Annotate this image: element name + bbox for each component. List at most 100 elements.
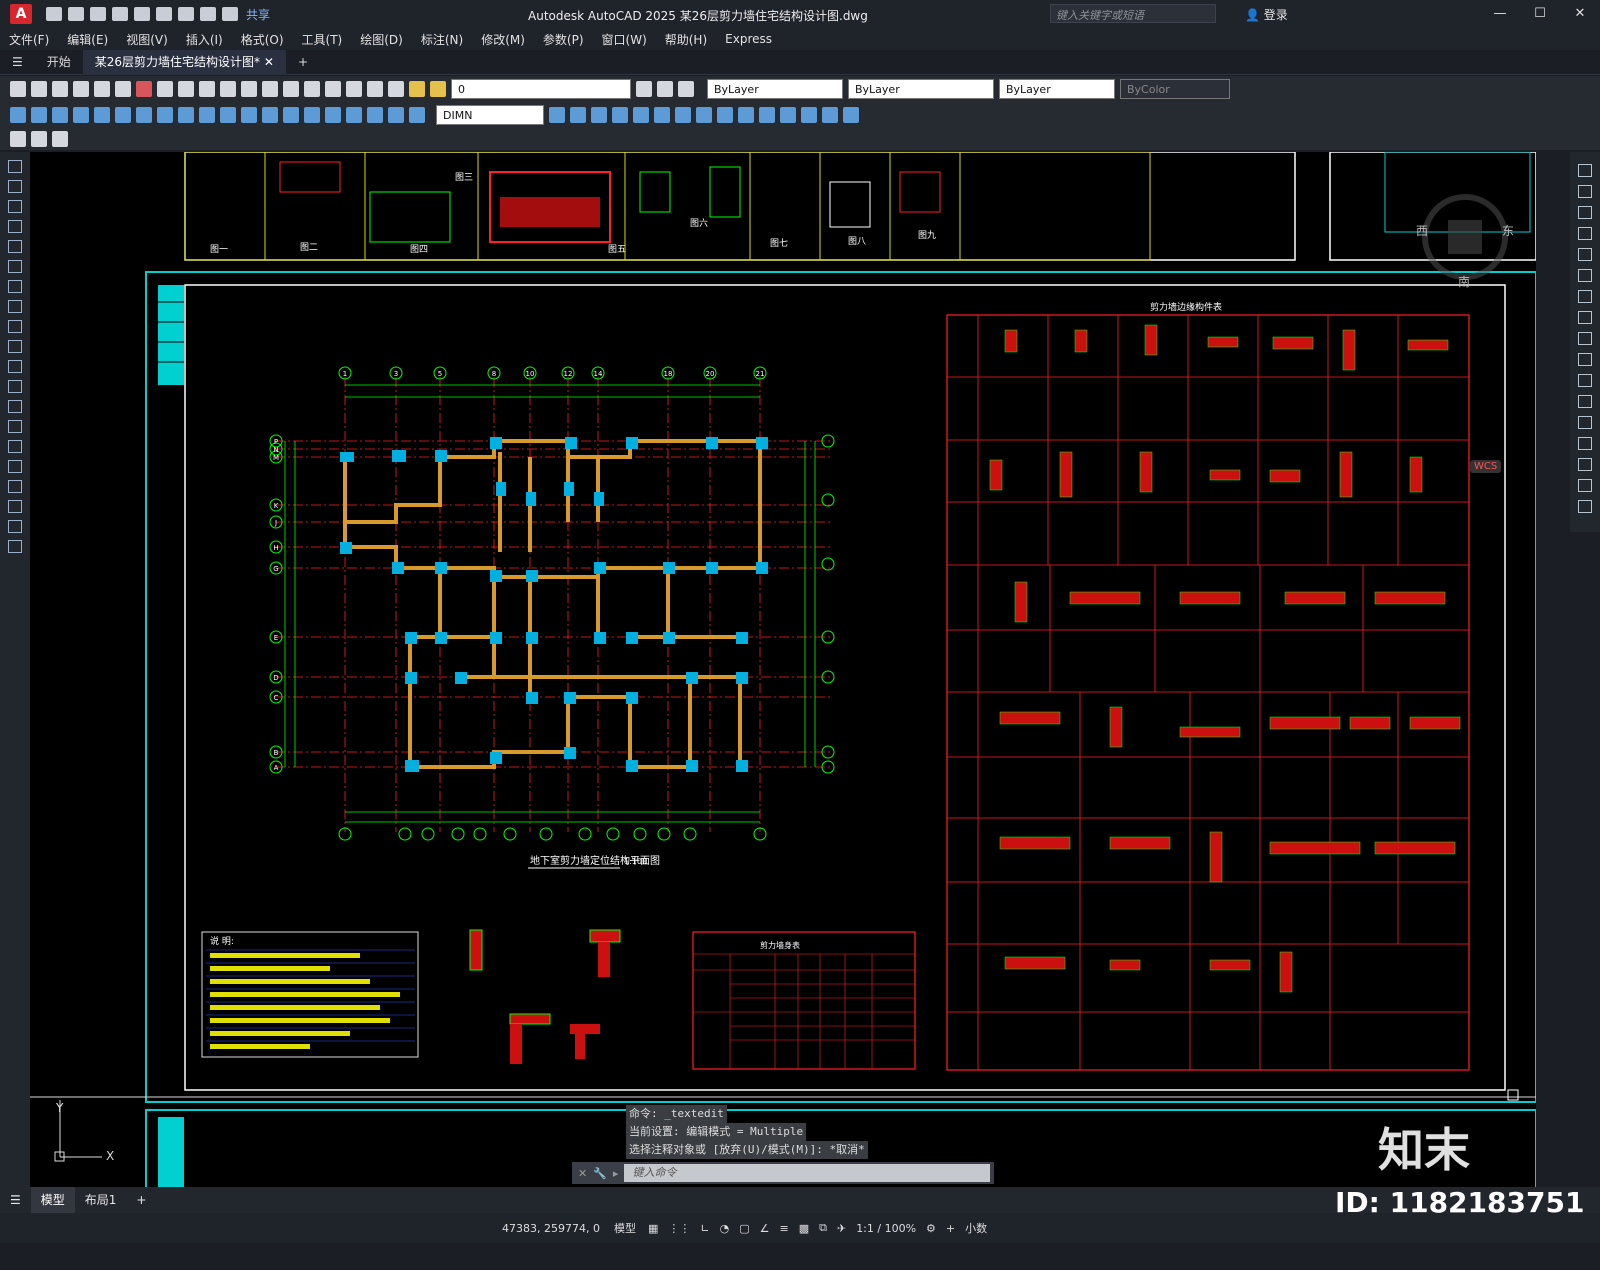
insert-icon[interactable] [8, 380, 22, 393]
login-button[interactable]: 👤 登录 [1245, 6, 1288, 23]
drawing-canvas[interactable]: 图一 图二 图三 图四 图五 图六 图七 图八 图九 1 3 5 8 10 12… [30, 152, 1536, 1187]
menu-help[interactable]: 帮助(H) [656, 31, 716, 48]
workspace-gear-icon[interactable]: ⚙ [926, 1222, 936, 1235]
scale-icon[interactable] [1578, 311, 1592, 324]
properties-icon[interactable] [304, 81, 320, 97]
open-file-icon[interactable] [68, 7, 84, 21]
break-icon[interactable] [1578, 416, 1592, 429]
radius-icon[interactable] [94, 107, 110, 123]
revcloud-icon[interactable] [8, 300, 22, 313]
cut-icon[interactable] [136, 81, 152, 97]
menu-insert[interactable]: 插入(I) [177, 31, 232, 48]
polar-icon[interactable]: ◔ [720, 1222, 730, 1235]
annotation-visibility-icon[interactable]: ✈ [837, 1222, 846, 1235]
open-icon[interactable] [31, 81, 47, 97]
dim-edit-icon[interactable] [367, 107, 383, 123]
layer-bulb-icon[interactable] [409, 81, 425, 97]
save-icon[interactable] [90, 7, 106, 21]
redo-icon[interactable] [241, 81, 257, 97]
layer-prev-icon[interactable] [657, 81, 673, 97]
break-icon[interactable] [262, 107, 278, 123]
new-icon[interactable] [10, 81, 26, 97]
offset-icon[interactable] [1578, 227, 1592, 240]
move-icon[interactable] [1578, 269, 1592, 282]
tab-model[interactable]: 模型 [30, 1187, 75, 1213]
stretch-icon[interactable] [1578, 332, 1592, 345]
extend-icon[interactable] [1578, 374, 1592, 387]
new-tab-button[interactable]: + [286, 50, 320, 75]
rotate-icon[interactable] [1578, 290, 1592, 303]
ellipse-arc-icon[interactable] [8, 360, 22, 373]
grid-icon[interactable]: ▦ [648, 1222, 658, 1235]
snap-icon[interactable]: ⋮⋮ [668, 1222, 690, 1235]
mtext-icon[interactable] [8, 520, 22, 533]
arc-length-icon[interactable] [52, 107, 68, 123]
view-sw-icon[interactable] [696, 107, 712, 123]
visual-style-icon[interactable] [780, 107, 796, 123]
ucs-world-icon[interactable] [843, 107, 859, 123]
ortho-icon[interactable]: ∟ [700, 1222, 709, 1235]
render-icon[interactable] [801, 107, 817, 123]
layer-dropdown[interactable]: 0 [451, 79, 631, 99]
dim-text-edit-icon[interactable] [388, 107, 404, 123]
trim-icon[interactable] [1578, 353, 1592, 366]
plotstyle-dropdown[interactable]: ByColor [1120, 79, 1230, 99]
otrack-icon[interactable]: ∠ [760, 1222, 770, 1235]
linetype-dropdown[interactable]: ByLayer [848, 79, 994, 99]
point-icon[interactable] [8, 420, 22, 433]
space-icon[interactable] [241, 107, 257, 123]
ellipse-icon[interactable] [8, 340, 22, 353]
ucs-icon[interactable] [822, 107, 838, 123]
menu-edit[interactable]: 编辑(E) [58, 31, 117, 48]
angular-icon[interactable] [157, 107, 173, 123]
mirror-icon[interactable] [1578, 206, 1592, 219]
menu-draw[interactable]: 绘图(D) [351, 31, 412, 48]
tool-palette-icon[interactable] [346, 81, 362, 97]
menu-hamburger-icon[interactable]: ☰ [0, 50, 35, 75]
menu-dimension[interactable]: 标注(N) [412, 31, 472, 48]
annotation-scale-button[interactable]: 1:1 / 100% [856, 1222, 916, 1235]
array-icon[interactable] [1578, 248, 1592, 261]
make-block-icon[interactable] [8, 400, 22, 413]
share-button[interactable]: 共享 [246, 6, 270, 23]
coordinates-readout[interactable]: 47383, 259774, 0 [502, 1222, 600, 1235]
table-icon[interactable] [8, 500, 22, 513]
add-layout-button[interactable]: + [126, 1187, 156, 1213]
insert-block-icon[interactable] [31, 131, 47, 147]
attribute-icon[interactable] [52, 131, 68, 147]
help-icon[interactable] [388, 81, 404, 97]
break-point-icon[interactable] [1578, 395, 1592, 408]
color-dropdown[interactable]: ByLayer [707, 79, 843, 99]
view-top-icon[interactable] [570, 107, 586, 123]
menu-tools[interactable]: 工具(T) [293, 31, 352, 48]
polygon-icon[interactable] [8, 220, 22, 233]
jogged-icon[interactable] [115, 107, 131, 123]
dimstyle-dropdown[interactable]: DIMN [436, 105, 544, 125]
view-ne-icon[interactable] [738, 107, 754, 123]
polyline-icon[interactable] [8, 200, 22, 213]
lineweight-icon[interactable]: ≡ [779, 1222, 788, 1235]
menu-file[interactable]: 文件(F) [0, 31, 58, 48]
linear-dim-icon[interactable] [10, 107, 26, 123]
construction-line-icon[interactable] [8, 180, 22, 193]
jogged-linear-icon[interactable] [346, 107, 362, 123]
recent-commands-icon[interactable]: ▸ [613, 1167, 619, 1180]
menu-view[interactable]: 视图(V) [117, 31, 177, 48]
view-bottom-icon[interactable] [591, 107, 607, 123]
rectangle-icon[interactable] [8, 240, 22, 253]
view-front-icon[interactable] [654, 107, 670, 123]
save-web-icon[interactable] [156, 7, 172, 21]
pan-icon[interactable] [262, 81, 278, 97]
undo-icon[interactable] [200, 7, 216, 21]
region-icon[interactable] [8, 480, 22, 493]
save-as-icon[interactable] [112, 7, 128, 21]
paste-icon[interactable] [178, 81, 194, 97]
layer-sun-icon[interactable] [430, 81, 446, 97]
menu-express[interactable]: Express [716, 32, 781, 46]
hatch-icon[interactable] [8, 440, 22, 453]
tab-close-icon[interactable]: ✕ [264, 55, 274, 69]
center-mark-icon[interactable] [304, 107, 320, 123]
spline-icon[interactable] [8, 320, 22, 333]
model-space-button[interactable]: 模型 [614, 1220, 636, 1236]
circle-icon[interactable] [8, 280, 22, 293]
